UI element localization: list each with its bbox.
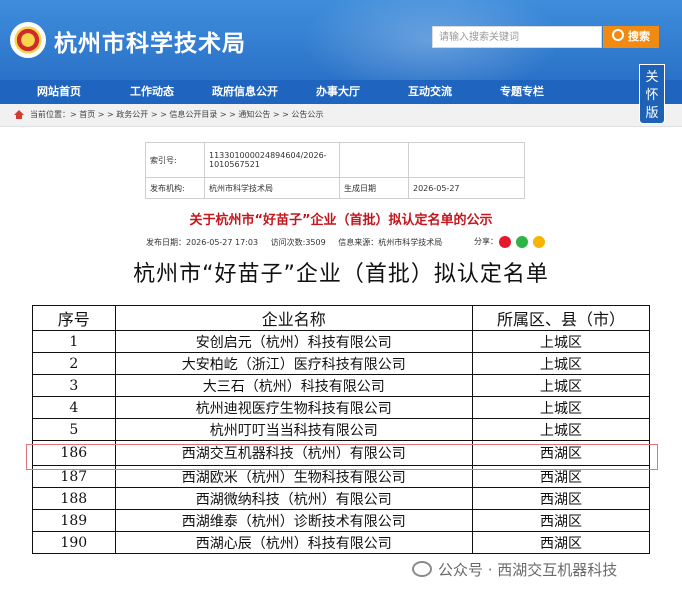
share-label: 分享：: [474, 237, 498, 246]
site-logo-icon[interactable]: [10, 22, 46, 58]
row-company: 西湖交互机器科技（杭州）有限公司: [114, 440, 473, 466]
row-no: 190: [32, 531, 116, 554]
nav-item-work-news[interactable]: 工作动态: [130, 80, 174, 104]
table-row: 190 西湖心辰（杭州）科技有限公司 西湖区: [32, 531, 651, 554]
row-no: 189: [32, 509, 116, 532]
row-no: 1: [32, 330, 116, 353]
table-row: 186 西湖交互机器科技（杭州）有限公司 西湖区: [32, 440, 651, 466]
row-district: 上城区: [471, 396, 651, 419]
wechat-icon: [412, 561, 432, 577]
table-row: 5 杭州叮叮当当科技有限公司 上城区: [32, 418, 651, 441]
nav-item-service-hall[interactable]: 办事大厅: [316, 80, 360, 104]
nav-item-info-disclosure[interactable]: 政府信息公开: [212, 80, 278, 104]
row-company: 西湖微纳科技（杭州）有限公司: [114, 487, 473, 510]
row-company: 西湖欧米（杭州）生物科技有限公司: [114, 465, 473, 488]
qzone-share-icon[interactable]: [533, 236, 545, 248]
row-district: 西湖区: [471, 487, 651, 510]
row-company: 大安柏屹（浙江）医疗科技有限公司: [114, 352, 473, 375]
row-company: 大三石（杭州）科技有限公司: [114, 374, 473, 397]
breadcrumb-text[interactable]: 当前位置：> 首页 > > 政务公开 > > 信息公开目录 > > 通知公告 >…: [30, 104, 323, 126]
site-header: 杭州市科学技术局 请输入搜索关键词 搜索: [0, 0, 682, 80]
empty-cell: [339, 142, 409, 178]
table-row: 2 大安柏屹（浙江）医疗科技有限公司 上城区: [32, 352, 651, 375]
info-source: 信息来源：杭州市科学技术局: [338, 238, 443, 247]
row-district: 西湖区: [471, 531, 651, 554]
search-icon: [612, 29, 624, 41]
table-row: 189 西湖维泰（杭州）诊断技术有限公司 西湖区: [32, 509, 651, 532]
date-value: 2026-05-27: [408, 177, 525, 199]
row-no: 187: [32, 465, 116, 488]
care-mode-button[interactable]: 关怀版: [639, 64, 665, 124]
search-button[interactable]: 搜索: [603, 26, 659, 48]
row-company: 杭州叮叮当当科技有限公司: [114, 418, 473, 441]
empty-cell: [408, 142, 525, 178]
row-district: 上城区: [471, 352, 651, 375]
article-info: 发布日期：2026-05-27 17:03 访问次数:3509 信息来源：杭州市…: [146, 237, 452, 248]
table-row: 188 西湖微纳科技（杭州）有限公司 西湖区: [32, 487, 651, 510]
row-no: 3: [32, 374, 116, 397]
header-company: 企业名称: [114, 305, 473, 331]
nav-item-interaction[interactable]: 互动交流: [408, 80, 452, 104]
document-meta-table: 索引号: 113301000024894604/2026-1010567521 …: [145, 142, 525, 199]
site-title[interactable]: 杭州市科学技术局: [54, 24, 246, 58]
row-district: 西湖区: [471, 509, 651, 532]
watermark-text: 公众号 · 西湖交互机器科技: [438, 561, 618, 579]
wechat-watermark: 公众号 · 西湖交互机器科技: [408, 557, 622, 582]
row-no: 5: [32, 418, 116, 441]
table-row: 3 大三石（杭州）科技有限公司 上城区: [32, 374, 651, 397]
header-district: 所属区、县（市）: [471, 305, 651, 331]
company-list-table: 序号 企业名称 所属区、县（市） 1 安创启元（杭州）科技有限公司 上城区 2 …: [32, 305, 651, 554]
article-title: 关于杭州市“好苗子”企业（首批）拟认定名单的公示: [189, 213, 493, 228]
home-icon: [14, 110, 24, 119]
table-row: 1 安创启元（杭州）科技有限公司 上城区: [32, 330, 651, 353]
main-nav: 网站首页 工作动态 政府信息公开 办事大厅 互动交流 专题专栏: [0, 80, 682, 104]
row-no: 2: [32, 352, 116, 375]
row-company: 西湖维泰（杭州）诊断技术有限公司: [114, 509, 473, 532]
row-district: 西湖区: [471, 465, 651, 488]
search-button-label: 搜索: [628, 30, 650, 43]
row-district: 上城区: [471, 330, 651, 353]
row-company: 西湖心辰（杭州）科技有限公司: [114, 531, 473, 554]
nav-item-home[interactable]: 网站首页: [37, 80, 81, 104]
header-no: 序号: [32, 305, 116, 331]
nav-item-special-topics[interactable]: 专题专栏: [500, 80, 544, 104]
issuer-value: 杭州市科学技术局: [204, 177, 340, 199]
row-no: 4: [32, 396, 116, 419]
index-label: 索引号:: [145, 142, 205, 178]
row-company: 安创启元（杭州）科技有限公司: [114, 330, 473, 353]
search-input[interactable]: 请输入搜索关键词: [432, 26, 602, 48]
publish-date: 发布日期：2026-05-27 17:03: [146, 238, 259, 247]
row-district: 上城区: [471, 418, 651, 441]
table-row: 4 杭州迪视医疗生物科技有限公司 上城区: [32, 396, 651, 419]
index-value: 113301000024894604/2026-1010567521: [204, 142, 340, 178]
visit-count: 访问次数:3509: [270, 238, 326, 247]
row-no: 186: [32, 440, 116, 466]
list-title: 杭州市“好苗子”企业（首批）拟认定名单: [133, 262, 549, 287]
row-district: 上城区: [471, 374, 651, 397]
table-row: 187 西湖欧米（杭州）生物科技有限公司 西湖区: [32, 465, 651, 488]
row-district: 西湖区: [471, 440, 651, 466]
wechat-share-icon[interactable]: [516, 236, 528, 248]
row-company: 杭州迪视医疗生物科技有限公司: [114, 396, 473, 419]
weibo-share-icon[interactable]: [499, 236, 511, 248]
issuer-label: 发布机构:: [145, 177, 205, 199]
date-label: 生成日期: [339, 177, 409, 199]
row-no: 188: [32, 487, 116, 510]
breadcrumb: 当前位置：> 首页 > > 政务公开 > > 信息公开目录 > > 通知公告 >…: [0, 104, 682, 127]
